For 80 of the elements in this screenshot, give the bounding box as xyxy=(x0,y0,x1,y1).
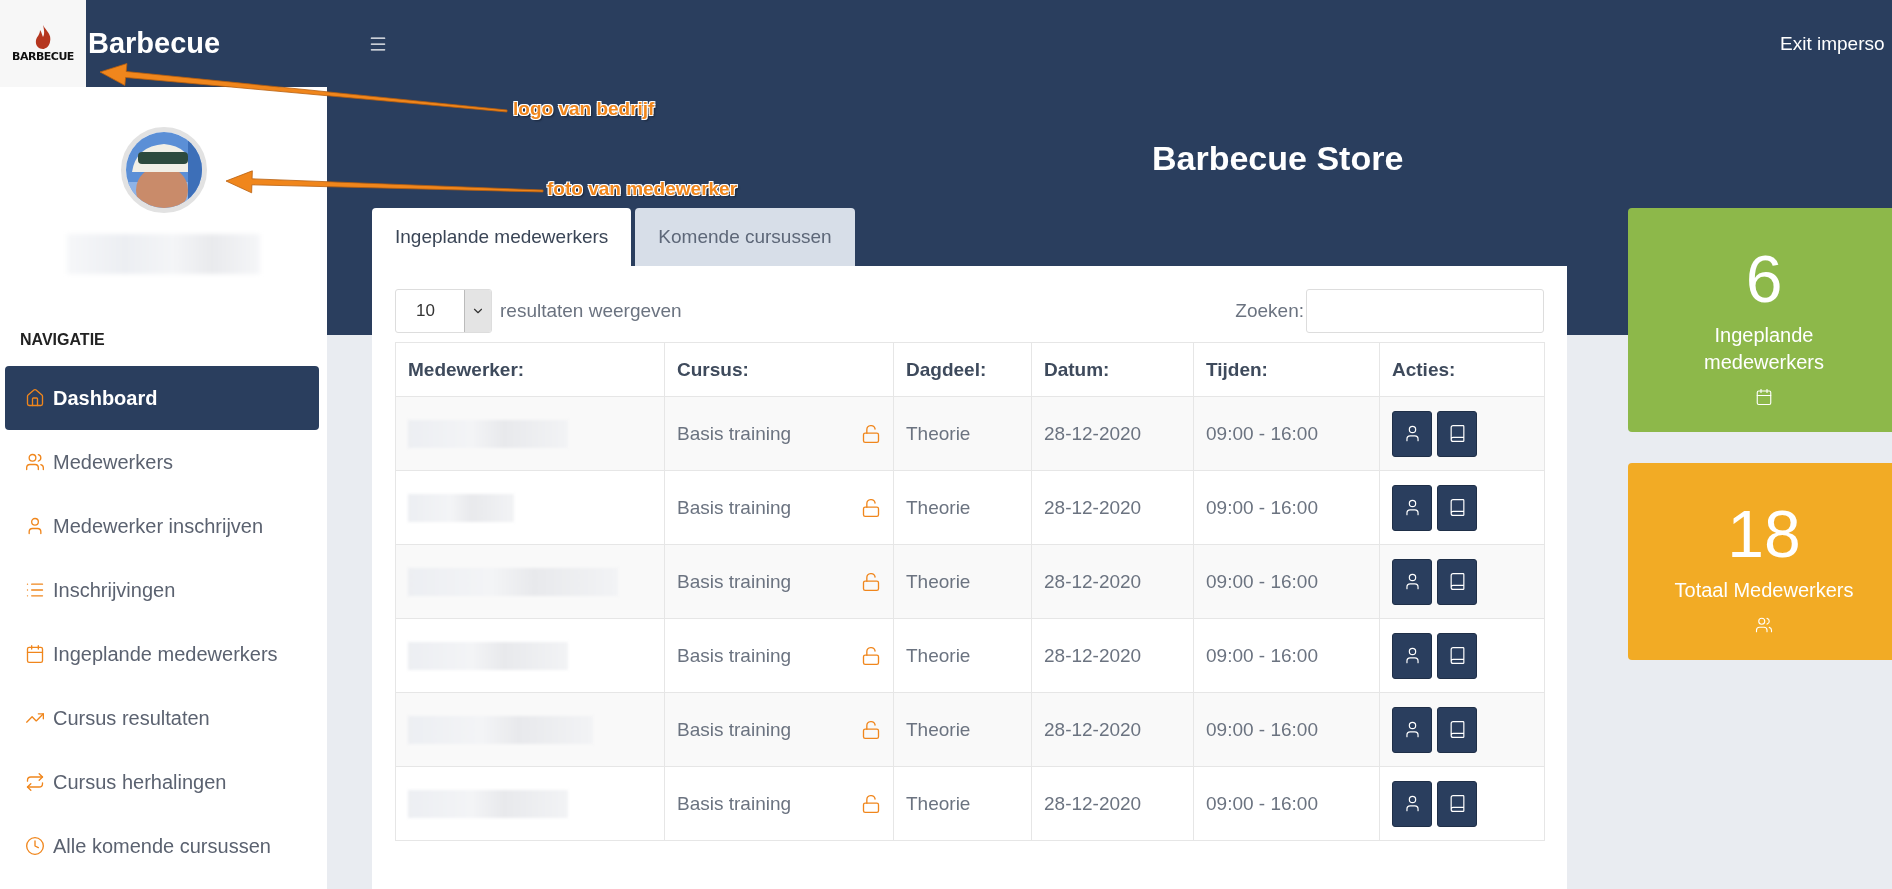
tab[interactable]: Ingeplande medewerkers xyxy=(372,208,632,266)
profile-button[interactable] xyxy=(1392,632,1432,679)
column-header: Medewerker: xyxy=(395,342,665,397)
book-button[interactable] xyxy=(1437,558,1477,605)
table-cell: Theorie xyxy=(893,396,1032,471)
calendar-icon xyxy=(25,644,45,664)
book-button[interactable] xyxy=(1437,632,1477,679)
profile-button[interactable] xyxy=(1392,558,1432,605)
table-cell: 09:00 - 16:00 xyxy=(1193,692,1380,767)
unlock-icon xyxy=(861,423,881,444)
table-cell: Basis training xyxy=(677,422,792,445)
nav-item[interactable]: Cursus herhalingen xyxy=(5,750,319,814)
table-cell: 28-12-2020 xyxy=(1031,470,1194,545)
table-cell: Theorie xyxy=(893,692,1032,767)
book-button[interactable] xyxy=(1437,780,1477,827)
table-cell: 28-12-2020 xyxy=(1031,766,1194,841)
logo-text: BARBECUE xyxy=(12,50,74,63)
unlock-icon xyxy=(861,719,881,740)
search-label: Zoeken: xyxy=(1235,300,1304,322)
profile-button[interactable] xyxy=(1392,706,1432,753)
nav-item[interactable]: Medewerkers xyxy=(5,430,319,494)
column-header: Dagdeel: xyxy=(893,342,1032,397)
table-cell: Theorie xyxy=(893,618,1032,693)
clock-icon xyxy=(25,836,45,856)
book-button[interactable] xyxy=(1437,706,1477,753)
users-icon xyxy=(1755,616,1773,634)
nav-item[interactable]: Medewerker inschrijven xyxy=(5,494,319,558)
table-cell: Basis training xyxy=(677,644,792,667)
brand-name: Barbecue xyxy=(88,27,222,60)
annotation-label: logo van bedrijf xyxy=(513,98,655,120)
nav-item[interactable]: Dashboard xyxy=(5,366,319,430)
calendar-icon xyxy=(1755,388,1773,406)
table-cell: 09:00 - 16:00 xyxy=(1193,618,1380,693)
profile-button[interactable] xyxy=(1392,410,1432,457)
stat-value: 6 xyxy=(1745,241,1783,318)
unlock-icon xyxy=(861,497,881,518)
stat-value: 18 xyxy=(1727,496,1801,573)
table-cell: Basis training xyxy=(677,792,792,815)
exit-impersonation-link[interactable]: Exit imperso xyxy=(1780,32,1892,55)
profile-button[interactable] xyxy=(1392,484,1432,531)
book-button[interactable] xyxy=(1437,410,1477,457)
stat-label: Totaal Medewerkers xyxy=(1673,578,1855,603)
page-size-label: resultaten weergeven xyxy=(500,300,682,322)
table-cell: Theorie xyxy=(893,544,1032,619)
column-header: Acties: xyxy=(1379,342,1545,397)
page-title: Barbecue Store xyxy=(1152,139,1404,178)
repeat-icon xyxy=(25,772,45,792)
nav-section-title: NAVIGATIE xyxy=(20,331,106,350)
table-cell: 09:00 - 16:00 xyxy=(1193,766,1380,841)
nav-item[interactable]: Ingeplande medewerkers xyxy=(5,622,319,686)
table-cell: 28-12-2020 xyxy=(1031,396,1194,471)
table-cell: Basis training xyxy=(677,718,792,741)
page-size-select[interactable]: 10 xyxy=(395,289,492,333)
table-cell: Theorie xyxy=(893,470,1032,545)
table-cell: 09:00 - 16:00 xyxy=(1193,544,1380,619)
nav-item[interactable]: Inschrijvingen xyxy=(5,558,319,622)
table-cell: 28-12-2020 xyxy=(1031,618,1194,693)
column-header: Tijden: xyxy=(1193,342,1380,397)
unlock-icon xyxy=(861,793,881,814)
table-cell: Theorie xyxy=(893,766,1032,841)
column-header: Datum: xyxy=(1031,342,1194,397)
table-cell: 09:00 - 16:00 xyxy=(1193,470,1380,545)
search-field[interactable] xyxy=(1306,289,1544,333)
unlock-icon xyxy=(861,645,881,666)
nav-item[interactable]: Cursus resultaten xyxy=(5,686,319,750)
unlock-icon xyxy=(861,571,881,592)
stat-label: Ingeplande medewerkers xyxy=(1702,323,1825,375)
users-icon xyxy=(25,452,45,472)
table-cell: Basis training xyxy=(677,570,792,593)
table-cell: 28-12-2020 xyxy=(1031,544,1194,619)
profile-button[interactable] xyxy=(1392,780,1432,827)
table-cell: Basis training xyxy=(677,496,792,519)
table-cell: 09:00 - 16:00 xyxy=(1193,396,1380,471)
home-icon xyxy=(25,388,45,408)
tab[interactable]: Komende cursussen xyxy=(635,208,855,266)
nav-item[interactable]: Alle komende cursussen xyxy=(5,814,319,878)
book-button[interactable] xyxy=(1437,484,1477,531)
column-header: Cursus: xyxy=(664,342,894,397)
annotation-label: foto van medewerker xyxy=(547,178,738,200)
table-cell: 28-12-2020 xyxy=(1031,692,1194,767)
